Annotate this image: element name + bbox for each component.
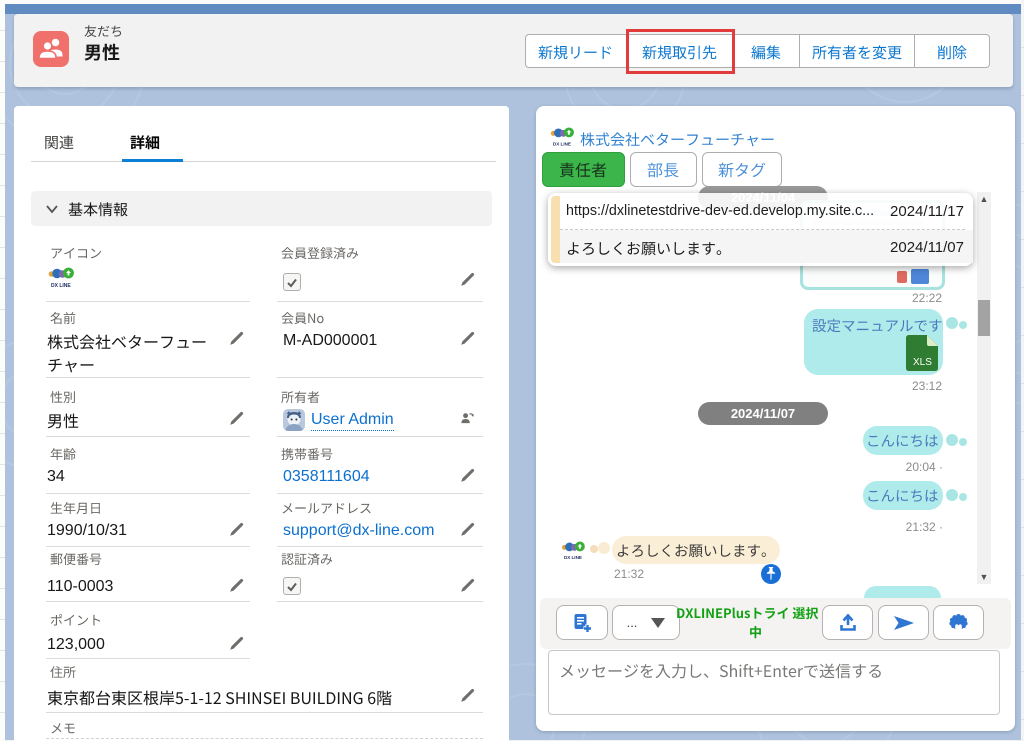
svg-text:XLS: XLS xyxy=(913,357,932,368)
svg-text:DX LINE: DX LINE xyxy=(553,141,571,146)
svg-text:DX LINE: DX LINE xyxy=(564,555,582,560)
svg-text:DX LINE: DX LINE xyxy=(51,283,71,289)
